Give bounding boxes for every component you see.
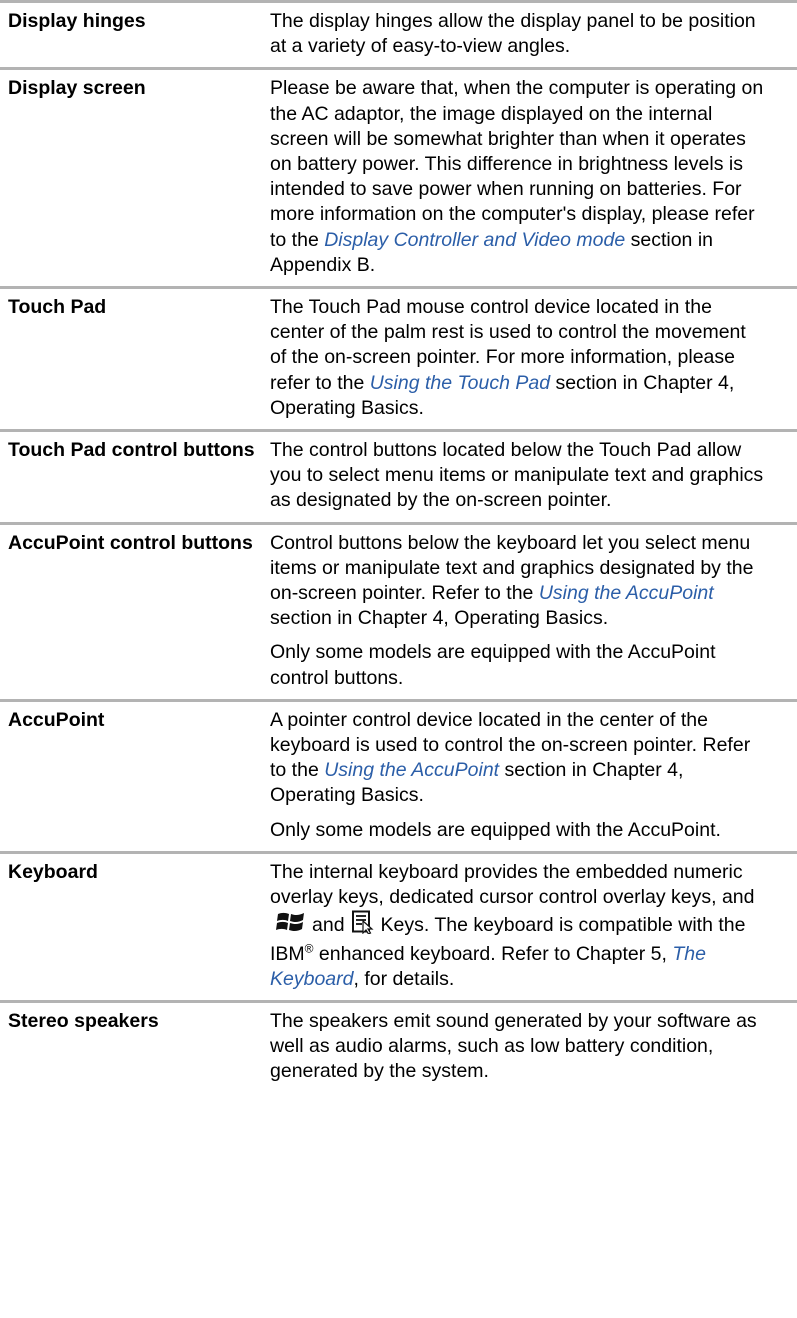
desc-touch-pad: The Touch Pad mouse control device locat… bbox=[256, 295, 774, 421]
term-stereo-speakers: Stereo speakers bbox=[8, 1009, 159, 1032]
desc-touch-pad-control-buttons: The control buttons located below the To… bbox=[256, 438, 774, 514]
row-touch-pad-control-buttons: Touch Pad control buttons The control bu… bbox=[0, 429, 797, 522]
link-using-accupoint[interactable]: Using the AccuPoint bbox=[324, 759, 499, 781]
term-accupoint-control-buttons: AccuPoint control buttons bbox=[8, 531, 253, 554]
desc-note: Only some models are equipped with the A… bbox=[270, 641, 716, 689]
desc-accupoint: A pointer control device located in the … bbox=[256, 708, 774, 843]
registered-mark: ® bbox=[304, 941, 314, 955]
desc-text: Control buttons below the keyboard let y… bbox=[270, 531, 764, 632]
desc-text: A pointer control device located in the … bbox=[270, 708, 764, 809]
term-touch-pad-control-buttons: Touch Pad control buttons bbox=[8, 439, 255, 462]
desc-keyboard: The internal keyboard provides the embed… bbox=[256, 860, 774, 992]
row-accupoint: AccuPoint A pointer control device locat… bbox=[0, 698, 797, 851]
row-display-screen: Display screen Please be aware that, whe… bbox=[0, 67, 797, 286]
row-keyboard: Keyboard The internal keyboard provides … bbox=[0, 850, 797, 1000]
desc-text: The display hinges allow the display pan… bbox=[270, 10, 756, 58]
desc-text: The Touch Pad mouse control device locat… bbox=[270, 295, 764, 421]
desc-text-part2: and bbox=[312, 914, 345, 937]
term-touch-pad: Touch Pad bbox=[8, 296, 107, 319]
row-display-hinges: Display hinges The display hinges allow … bbox=[0, 0, 797, 67]
term-keyboard: Keyboard bbox=[8, 860, 98, 883]
desc-text-part4: enhanced keyboard. Refer to Chapter 5, bbox=[313, 942, 673, 965]
link-using-touch-pad[interactable]: Using the Touch Pad bbox=[370, 372, 550, 394]
desc-text-part1: The internal keyboard provides the embed… bbox=[270, 860, 755, 909]
windows-logo-icon bbox=[276, 910, 306, 941]
term-display-hinges: Display hinges bbox=[8, 10, 146, 32]
row-touch-pad: Touch Pad The Touch Pad mouse control de… bbox=[0, 286, 797, 429]
desc-text-before: Please be aware that, when the computer … bbox=[270, 77, 764, 251]
desc-text-after: section in Chapter 4, Operating Basics. bbox=[270, 607, 609, 630]
term-accupoint: AccuPoint bbox=[8, 708, 105, 731]
link-using-accupoint[interactable]: Using the AccuPoint bbox=[539, 582, 714, 604]
term-display-screen: Display screen bbox=[8, 77, 146, 100]
desc-text-part5: , for details. bbox=[353, 967, 455, 990]
desc-text: The control buttons located below the To… bbox=[270, 439, 764, 512]
desc-display-screen: Please be aware that, when the computer … bbox=[256, 76, 774, 278]
desc-text: Please be aware that, when the computer … bbox=[270, 76, 764, 278]
desc-text: The speakers emit sound generated by you… bbox=[270, 1009, 757, 1083]
row-accupoint-control-buttons: AccuPoint control buttons Control button… bbox=[0, 521, 797, 699]
application-menu-icon bbox=[351, 910, 375, 941]
link-display-controller[interactable]: Display Controller and Video mode bbox=[324, 229, 625, 251]
desc-accupoint-control-buttons: Control buttons below the keyboard let y… bbox=[256, 531, 774, 691]
desc-note: Only some models are equipped with the A… bbox=[270, 818, 721, 841]
desc-display-hinges: The display hinges allow the display pan… bbox=[256, 9, 774, 59]
spec-table: Display hinges The display hinges allow … bbox=[0, 0, 797, 1093]
row-stereo-speakers: Stereo speakers The speakers emit sound … bbox=[0, 999, 797, 1093]
desc-text: The internal keyboard provides the embed… bbox=[270, 860, 764, 992]
desc-stereo-speakers: The speakers emit sound generated by you… bbox=[256, 1009, 774, 1085]
